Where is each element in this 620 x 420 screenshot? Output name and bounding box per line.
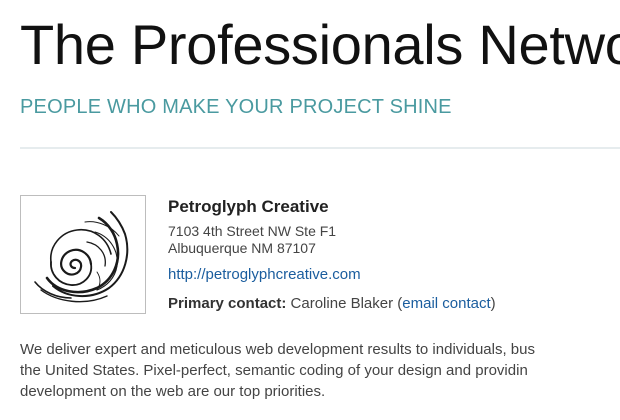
primary-contact: Primary contact: Caroline Blaker (email …	[168, 294, 496, 314]
address-line-2: Albuquerque NM 87107	[168, 240, 316, 256]
page-title: The Professionals Netwo	[20, 13, 620, 76]
company-description: We deliver expert and meticulous web dev…	[20, 339, 535, 402]
description-line: development on the web are our top prior…	[20, 383, 326, 400]
company-logo[interactable]	[20, 195, 146, 314]
description-line: We deliver expert and meticulous web dev…	[20, 341, 535, 358]
spiral-petroglyph-logo-icon	[34, 211, 129, 303]
description-line: the United States. Pixel-perfect, semant…	[20, 362, 528, 379]
contact-name: Caroline Blaker	[290, 295, 394, 312]
primary-contact-label: Primary contact:	[168, 295, 287, 312]
email-contact-link[interactable]: email contact	[402, 295, 490, 312]
paren-close: )	[490, 295, 496, 312]
address-line-1: 7103 4th Street NW Ste F1	[168, 223, 337, 239]
tagline: PEOPLE WHO MAKE YOUR PROJECT SHINE	[20, 96, 452, 118]
section-divider	[20, 147, 620, 149]
website-link[interactable]: http://petroglyphcreative.com	[168, 265, 361, 285]
company-name: Petroglyph Creative	[168, 197, 329, 216]
